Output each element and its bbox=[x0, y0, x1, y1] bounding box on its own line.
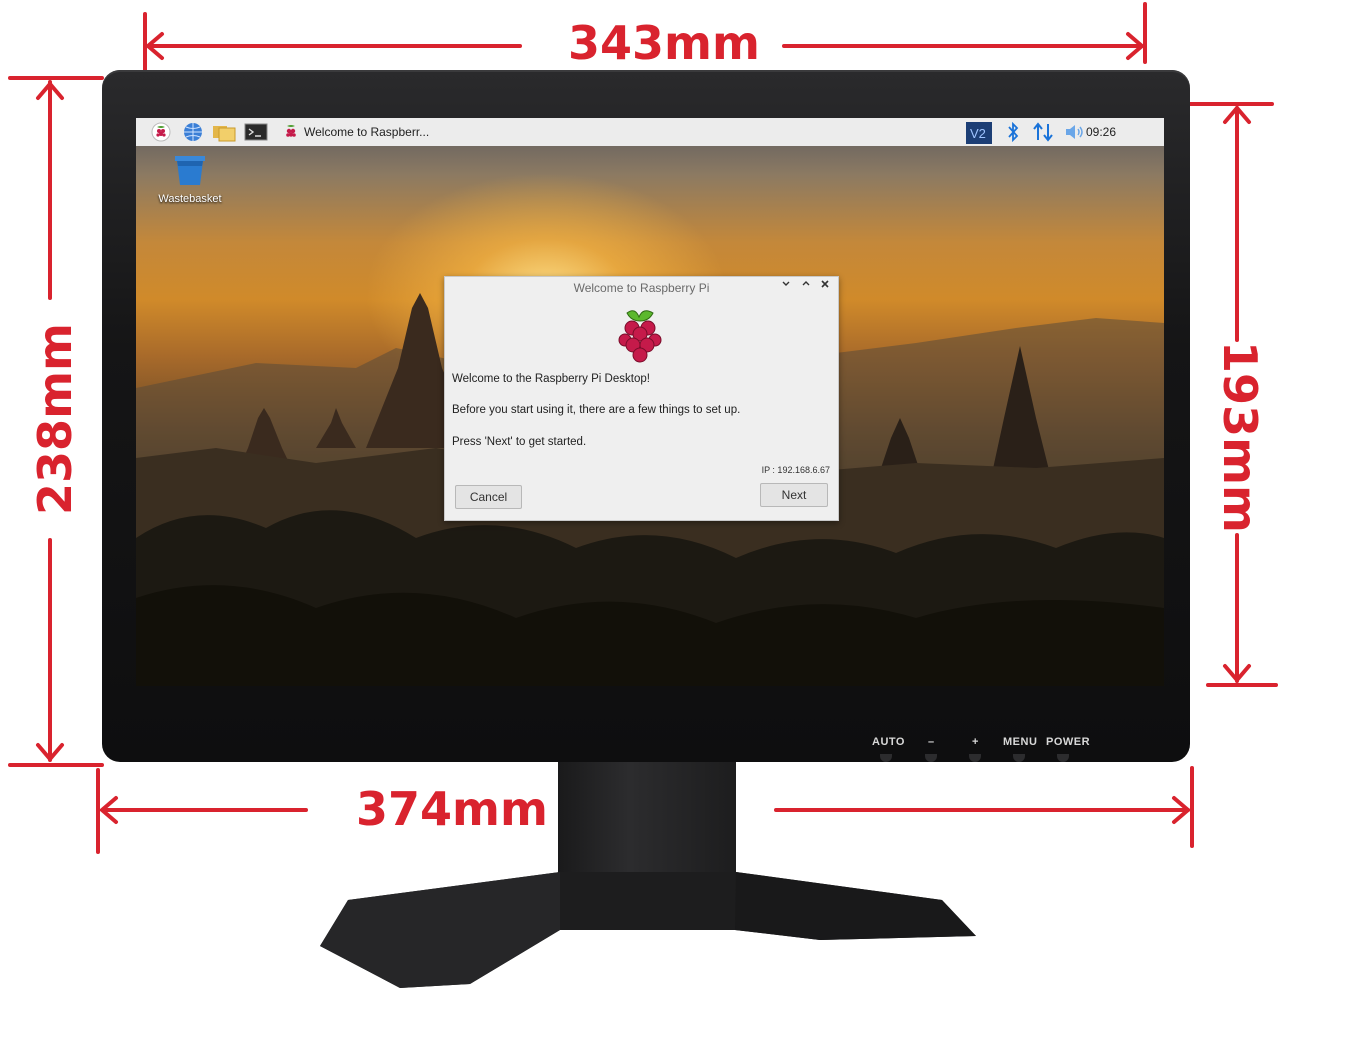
taskbar: Welcome to Raspberr... V2 09:26 bbox=[136, 118, 1164, 146]
screen: Welcome to Raspberr... V2 09:26 Wastebas… bbox=[136, 118, 1164, 686]
bluetooth-icon[interactable] bbox=[1004, 121, 1022, 143]
top-width-label: 343mm bbox=[568, 16, 760, 70]
auto-button[interactable]: AUTO bbox=[872, 736, 905, 748]
raspberry-menu-icon[interactable] bbox=[150, 122, 172, 142]
welcome-dialog: Welcome to Raspberry Pi Welcome to the R… bbox=[444, 276, 839, 521]
clock: 09:26 bbox=[1085, 125, 1116, 139]
taskbar-window-button[interactable]: Welcome to Raspberr... bbox=[280, 121, 430, 143]
close-icon[interactable] bbox=[818, 279, 832, 295]
menu-button[interactable]: MENU bbox=[1003, 736, 1037, 748]
raspberry-pi-logo bbox=[615, 307, 665, 370]
dialog-setup-text: Before you start using it, there are a f… bbox=[452, 404, 741, 416]
taskbar-window-title: Welcome to Raspberr... bbox=[304, 125, 430, 139]
plus-button[interactable]: + bbox=[972, 736, 979, 748]
cancel-button[interactable]: Cancel bbox=[455, 485, 522, 509]
dialog-welcome-text: Welcome to the Raspberry Pi Desktop! bbox=[452, 373, 650, 385]
chevron-down-icon[interactable] bbox=[779, 279, 793, 295]
monitor-neck bbox=[558, 760, 736, 880]
terminal-icon[interactable] bbox=[244, 122, 268, 142]
vnc-icon[interactable]: V2 bbox=[966, 122, 992, 144]
ip-address: IP : 192.168.6.67 bbox=[761, 465, 830, 475]
dialog-instruction-text: Press 'Next' to get started. bbox=[452, 436, 587, 448]
web-browser-icon[interactable] bbox=[182, 122, 204, 142]
next-button[interactable]: Next bbox=[760, 483, 828, 507]
minus-button[interactable]: – bbox=[928, 736, 935, 748]
chevron-up-icon[interactable] bbox=[799, 279, 813, 295]
trash-icon bbox=[150, 154, 230, 191]
desktop-icon-wastebasket[interactable]: Wastebasket bbox=[150, 154, 230, 205]
volume-icon[interactable] bbox=[1064, 122, 1086, 142]
taskbar-window-icon bbox=[282, 123, 300, 148]
file-manager-icon[interactable] bbox=[212, 122, 236, 142]
left-height-label: 238mm bbox=[28, 323, 82, 515]
network-icon[interactable] bbox=[1032, 122, 1054, 142]
bottom-width-label: 374mm bbox=[356, 782, 548, 836]
desktop-icon-label: Wastebasket bbox=[158, 193, 222, 205]
power-button[interactable]: POWER bbox=[1046, 736, 1090, 748]
vnc-label: V2 bbox=[970, 126, 986, 141]
right-height-label: 193mm bbox=[1213, 341, 1267, 533]
